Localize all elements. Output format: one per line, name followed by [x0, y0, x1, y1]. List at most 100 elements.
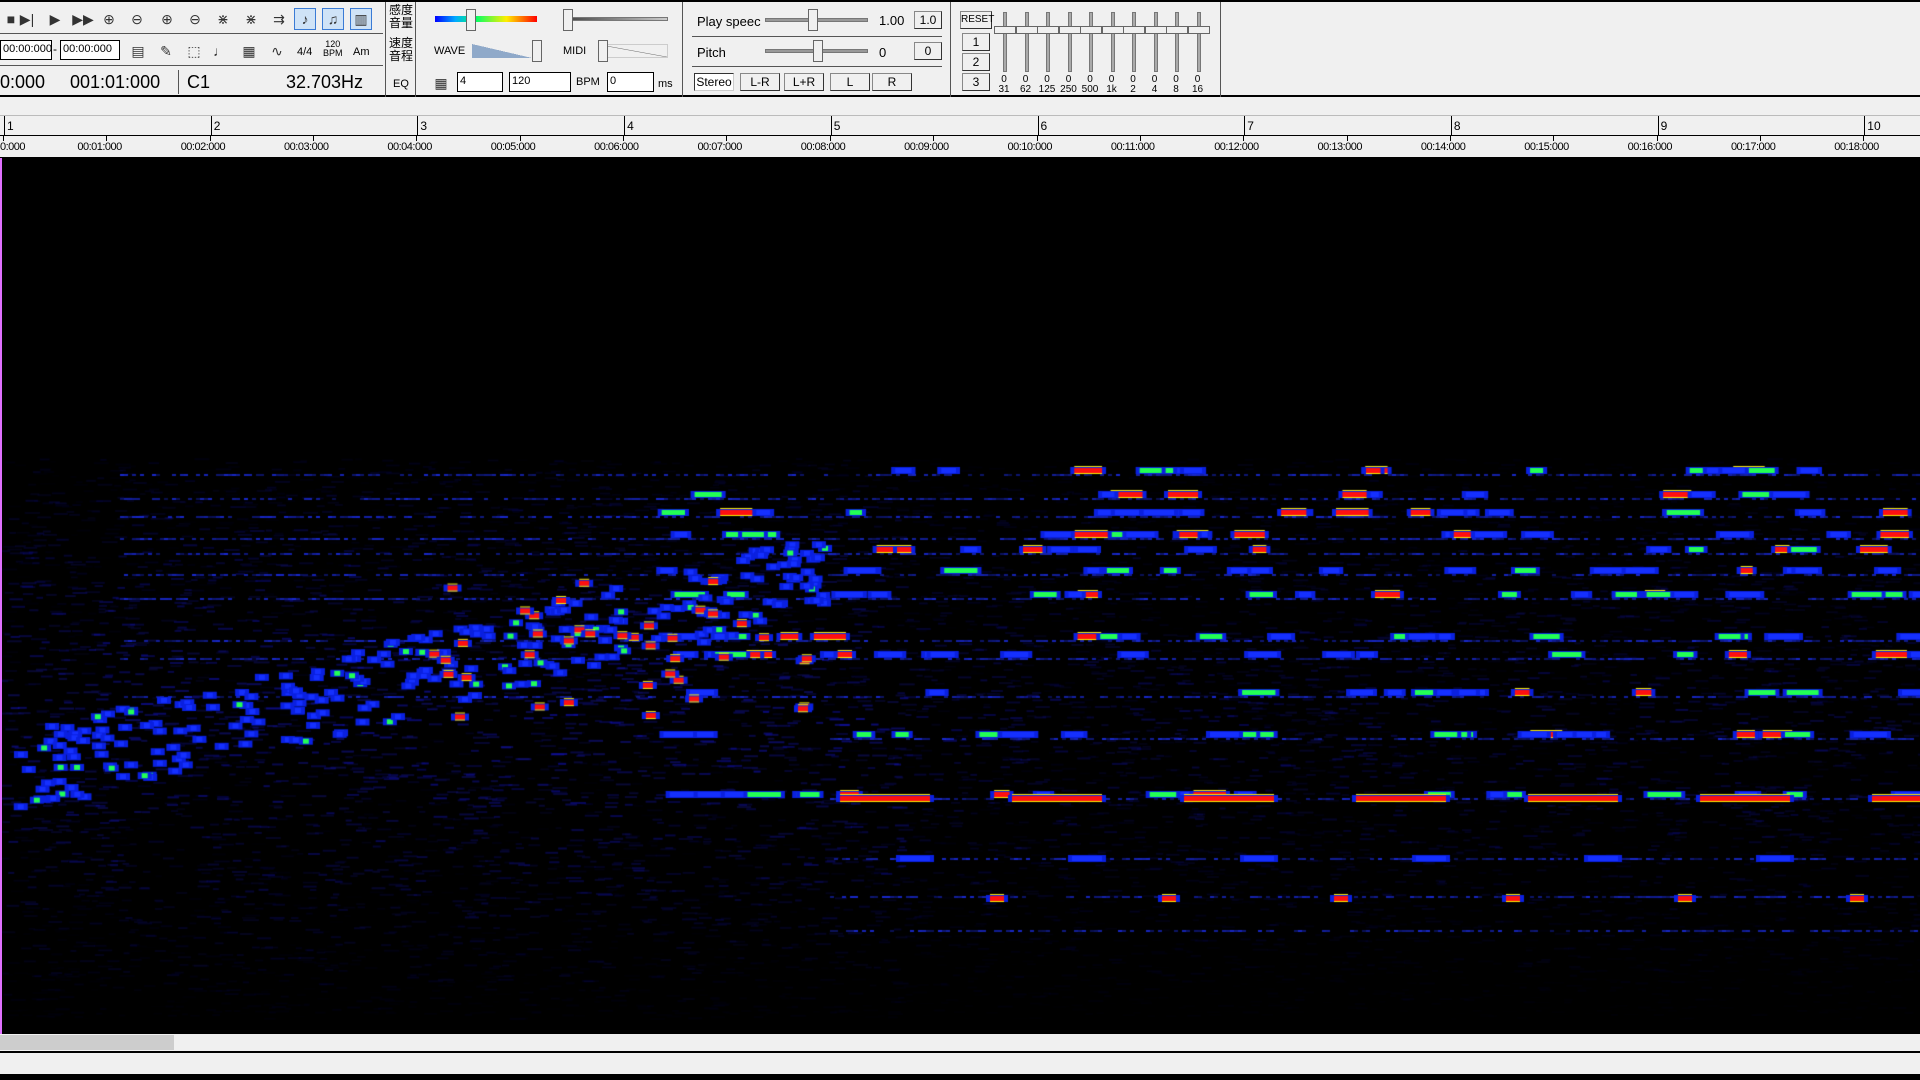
eq-band-frequency: 8 — [1173, 84, 1179, 95]
channel-button-lplusr[interactable]: L+R — [784, 73, 824, 91]
status-bar — [0, 1053, 1920, 1074]
timeline-ruler[interactable]: 1 2 3 4 5 6 7 8 9 10 0:000 00:01:000 00:02:000 00:03:… — [0, 97, 1920, 157]
eq-preset-2-button[interactable]: 2 — [962, 53, 990, 71]
eq-band-slider[interactable] — [1196, 12, 1201, 72]
eq-band-thumb[interactable] — [1101, 26, 1124, 34]
score-view-icon[interactable]: ▥ — [350, 8, 372, 30]
measure-label: 2 — [213, 119, 221, 133]
frequency-readout: 32.703Hz — [286, 72, 364, 92]
time-label: 00:14:000 — [1420, 141, 1466, 153]
sensitivity-volume-button[interactable]: 感度 音量 — [389, 4, 413, 30]
eq-band-thumb[interactable] — [1123, 26, 1145, 34]
eq-band-thumb[interactable] — [1080, 26, 1102, 34]
range-end-field[interactable]: 00:00:000 — [60, 40, 120, 60]
midi-view-icon[interactable]: ♫ — [322, 8, 344, 30]
eq-band-slider[interactable] — [1024, 12, 1029, 72]
eq-band-slider[interactable] — [1110, 12, 1115, 72]
key-button[interactable]: Am — [353, 46, 370, 58]
time-label: 00:02:000 — [180, 141, 226, 153]
zoom-in-vertical-icon[interactable]: ⊕ — [156, 8, 178, 30]
eq-band-thumb[interactable] — [1015, 26, 1038, 34]
time-label: 00:13:000 — [1317, 141, 1363, 153]
color-sensitivity-slider[interactable] — [435, 16, 537, 22]
range-start-field[interactable]: 00:00:000 — [0, 40, 52, 60]
eq-band-thumb[interactable] — [1037, 26, 1059, 34]
bpm-button[interactable]: 120 BPM — [323, 40, 343, 58]
waveform-icon[interactable]: ∿ — [266, 40, 288, 62]
eq-button[interactable]: EQ — [393, 78, 409, 90]
eq-band-slider[interactable] — [1003, 12, 1007, 72]
eq-preset-1-button[interactable]: 1 — [962, 33, 990, 51]
slider-thumb[interactable] — [563, 9, 573, 31]
time-label: 00:03:000 — [284, 141, 329, 153]
eq-band-thumb[interactable] — [1058, 26, 1081, 34]
range-dash: - — [53, 42, 57, 56]
channel-button-lminusr[interactable]: L-R — [740, 73, 780, 91]
time-label: 00:11:000 — [1110, 141, 1155, 153]
pitch-value: 0 — [879, 45, 887, 60]
collapse-icon[interactable]: ⋇ — [240, 8, 262, 30]
beats-spinner[interactable]: 4 — [457, 72, 503, 92]
volume-slider[interactable] — [565, 17, 668, 21]
measure-label: 10 — [1867, 119, 1881, 133]
play-speed-reset-button[interactable]: 1.0 — [914, 11, 942, 29]
eq-reset-button[interactable]: RESET — [960, 11, 994, 29]
pitch-reset-button[interactable]: 0 — [914, 42, 942, 60]
eq-band-slider[interactable] — [1132, 12, 1136, 72]
fast-forward-icon[interactable]: ▶▶ — [72, 8, 94, 30]
time-readout: 0:000 — [0, 72, 46, 92]
expand-icon[interactable]: ⋇ — [212, 8, 234, 30]
eq-band-slider[interactable] — [1046, 12, 1050, 72]
time-label: 00:12:000 — [1214, 141, 1259, 153]
horizontal-scrollbar[interactable] — [0, 1034, 1920, 1051]
channel-button-l[interactable]: L — [830, 73, 870, 91]
wave-view-icon[interactable]: ♪ — [294, 8, 316, 30]
zoom-out-vertical-icon[interactable]: ⊖ — [184, 8, 206, 30]
divider — [692, 36, 942, 37]
midi-level-slider[interactable] — [600, 44, 668, 58]
channel-button-stereo[interactable]: Stereo — [694, 73, 734, 91]
time-label: 00:04:000 — [387, 141, 432, 153]
play-from-cursor-icon[interactable]: ▶| — [16, 8, 38, 30]
ms-label: ms — [658, 78, 673, 90]
note-icon[interactable]: ♩ — [209, 40, 231, 62]
time-label: 00:15:000 — [1524, 141, 1569, 153]
zoom-in-horizontal-icon[interactable]: ⊕ — [98, 8, 120, 30]
eq-band-slider[interactable] — [1175, 12, 1179, 72]
eq-band-thumb[interactable] — [1144, 26, 1167, 34]
playhead-cursor[interactable] — [0, 158, 2, 1034]
wave-level-slider[interactable] — [472, 44, 532, 58]
pencil-icon[interactable]: ✎ — [155, 40, 177, 62]
layout-icon[interactable]: ▤ — [127, 40, 149, 62]
spectrogram-view[interactable] — [0, 158, 1920, 1034]
tempo-spinner[interactable]: 120 — [509, 72, 571, 92]
select-rect-icon[interactable]: ⬚ — [183, 40, 205, 62]
eq-band-slider[interactable] — [1089, 12, 1093, 72]
meter-button[interactable]: 4/4 — [297, 46, 312, 58]
slider-thumb[interactable] — [813, 40, 823, 62]
eq-band-thumb[interactable] — [1166, 26, 1188, 34]
scrollbar-thumb[interactable] — [0, 1035, 174, 1050]
measure-tick — [1244, 116, 1246, 135]
eq-band-thumb[interactable] — [1187, 26, 1210, 34]
eq-band-slider[interactable] — [1067, 12, 1072, 72]
eq-preset-3-button[interactable]: 3 — [962, 73, 990, 91]
offset-field[interactable]: 0 — [607, 72, 654, 92]
divider — [385, 2, 386, 97]
zoom-out-horizontal-icon[interactable]: ⊖ — [126, 8, 148, 30]
slider-thumb[interactable] — [532, 40, 542, 62]
slider-thumb[interactable] — [598, 40, 608, 62]
speed-pitch-button[interactable]: 速度 音程 — [389, 37, 413, 63]
play-icon[interactable]: ▶ — [44, 8, 66, 30]
slider-thumb[interactable] — [466, 9, 476, 31]
measure-label: 7 — [1247, 119, 1254, 133]
loop-icon[interactable]: ⇉ — [268, 8, 290, 30]
slider-thumb[interactable] — [808, 9, 818, 31]
grid-icon[interactable]: ▦ — [430, 72, 452, 94]
eq-band-slider[interactable] — [1153, 12, 1158, 72]
grid-icon[interactable]: ▦ — [238, 40, 260, 62]
bpm-label: BPM — [576, 76, 600, 88]
measure-tick — [4, 116, 5, 135]
eq-band-thumb[interactable] — [994, 26, 1016, 34]
channel-button-r[interactable]: R — [872, 73, 912, 91]
